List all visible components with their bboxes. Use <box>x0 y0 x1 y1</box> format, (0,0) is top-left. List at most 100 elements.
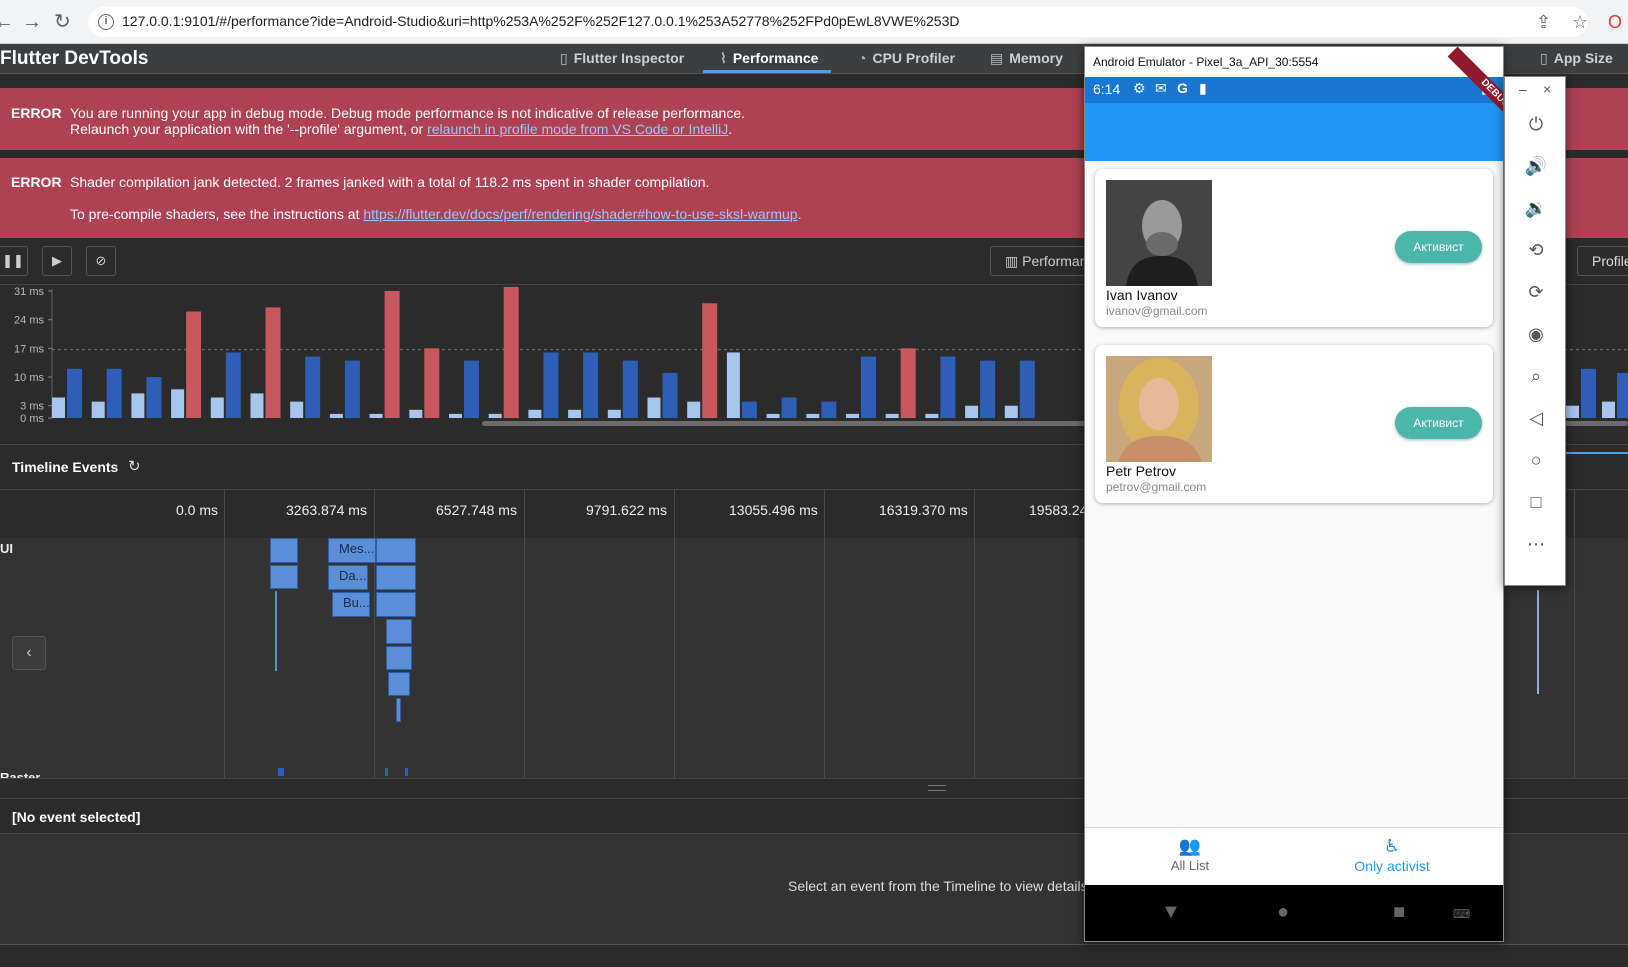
ui-frame-bar <box>1602 401 1615 418</box>
flame-event[interactable] <box>275 591 277 671</box>
home-icon[interactable]: ○ <box>1523 447 1549 473</box>
camera-icon[interactable]: ◉ <box>1523 321 1549 347</box>
emulator-title: Android Emulator - Pixel_3a_API_30:5554 <box>1093 55 1319 69</box>
flame-event[interactable] <box>396 698 401 722</box>
zoom-icon[interactable]: ⌕ <box>1523 363 1549 389</box>
forward-icon[interactable]: → <box>22 10 42 34</box>
flame-event[interactable] <box>386 619 412 644</box>
raster-event[interactable] <box>385 768 388 776</box>
accessibility-icon: ♿ <box>1383 836 1401 856</box>
flame-event[interactable] <box>386 646 412 670</box>
profile-button[interactable]: Profile <box>1577 246 1628 276</box>
ui-frame-bar <box>885 413 899 418</box>
ui-frame-bar <box>250 393 264 418</box>
raster-frame-bar <box>305 356 321 418</box>
flame-event[interactable]: Bu... <box>332 592 370 617</box>
ui-frame-bar <box>647 397 661 418</box>
app-bar <box>1085 103 1503 161</box>
back-triangle-icon[interactable]: ▼ <box>1161 901 1181 924</box>
ui-frame-bar <box>766 413 780 418</box>
tab-cpu-profiler[interactable]: ◔ CPU Profiler <box>858 50 955 66</box>
emulator-titlebar[interactable]: Android Emulator - Pixel_3a_API_30:5554 <box>1085 47 1503 77</box>
keyboard-icon[interactable]: ⌨ <box>1453 907 1470 921</box>
bottom-navigation: 👥 All List ♿ Only activist <box>1085 827 1503 885</box>
ui-frame-bar <box>846 413 859 418</box>
flame-event[interactable] <box>376 592 416 617</box>
y-tick-label: 0 ms <box>20 413 44 425</box>
ui-frame-bar <box>568 409 582 418</box>
recents-square-icon[interactable]: ■ <box>1393 901 1405 924</box>
bookmark-star-icon[interactable]: ☆ <box>1572 12 1588 33</box>
tab-flutter-inspector[interactable]: ▯ Flutter Inspector <box>560 50 684 67</box>
back-icon[interactable]: ← <box>0 10 14 34</box>
nav-all-list[interactable]: 👥 All List <box>1115 836 1265 873</box>
raster-frame-bar <box>622 360 638 418</box>
flame-event[interactable] <box>376 538 416 563</box>
more-icon[interactable]: ⋯ <box>1523 531 1549 557</box>
power-icon[interactable]: ⏻ <box>1523 111 1549 137</box>
app-title: Flutter DevTools <box>0 48 149 69</box>
ui-frame-bar <box>409 409 423 418</box>
reload-icon[interactable]: ↻ <box>54 10 71 34</box>
clear-button[interactable]: ⊘ <box>86 246 116 276</box>
flame-event[interactable]: Mes... <box>328 538 376 563</box>
minimize-icon[interactable]: – <box>1519 81 1527 97</box>
volume-down-icon[interactable]: 🔉 <box>1523 195 1549 221</box>
error-message-line2: To pre-compile shaders, see the instruct… <box>70 206 802 222</box>
pause-button[interactable]: ❚❚ <box>0 246 28 276</box>
flame-event[interactable] <box>270 538 298 563</box>
volume-up-icon[interactable]: 🔊 <box>1523 153 1549 179</box>
google-icon: G <box>1177 80 1188 96</box>
chevron-left-icon[interactable]: ‹ <box>12 636 46 670</box>
nav-only-activist[interactable]: ♿ Only activist <box>1317 836 1467 874</box>
flame-event[interactable] <box>388 672 410 696</box>
url-text[interactable]: 127.0.0.1:9101/#/performance?ide=Android… <box>122 13 959 29</box>
y-tick-label: 17 ms <box>14 343 44 355</box>
drag-handle[interactable] <box>928 785 946 791</box>
flame-event[interactable] <box>270 565 298 589</box>
jank-frame-bar <box>384 291 400 418</box>
flame-event[interactable] <box>376 565 416 590</box>
profile-mode-link[interactable]: relaunch in profile mode from VS Code or… <box>427 121 728 137</box>
address-bar[interactable]: i 127.0.0.1:9101/#/performance?ide=Andro… <box>88 7 1588 37</box>
activist-button[interactable]: Активист <box>1395 407 1482 439</box>
raster-frame-bar <box>225 352 241 418</box>
site-info-icon[interactable]: i <box>98 14 114 30</box>
no-event-selected-label: [No event selected] <box>12 809 141 825</box>
share-icon[interactable]: ⇪ <box>1536 12 1551 33</box>
back-icon[interactable]: ◁ <box>1523 405 1549 431</box>
y-tick-label: 24 ms <box>14 315 44 327</box>
home-circle-icon[interactable]: ● <box>1277 901 1289 924</box>
flame-event[interactable] <box>1537 590 1539 694</box>
timeline-gridline <box>824 490 825 778</box>
user-card[interactable]: Petr Petrov petrov@gmail.com Активист <box>1095 345 1493 503</box>
ui-frame-bar <box>488 413 502 418</box>
raster-event[interactable] <box>405 768 408 776</box>
ui-frame-bar <box>1566 405 1579 418</box>
tab-memory[interactable]: ▤ Memory <box>990 50 1063 67</box>
ui-frame-bar <box>687 401 701 418</box>
error-message: You are running your app in debug mode. … <box>70 105 746 121</box>
tab-performance[interactable]: ⌇ Performance <box>720 50 818 67</box>
mail-icon: ✉ <box>1155 80 1167 96</box>
refresh-icon[interactable]: ↻ <box>128 457 141 475</box>
activist-button[interactable]: Активист <box>1395 231 1482 263</box>
raster-frame-bar <box>821 401 837 418</box>
rotate-right-icon[interactable]: ⟳ <box>1523 279 1549 305</box>
close-icon[interactable]: × <box>1543 81 1551 97</box>
user-card[interactable]: Ivan Ivanov ivanov@gmail.com Активист <box>1095 169 1493 327</box>
flame-event[interactable]: Da... <box>328 565 368 590</box>
shader-warmup-link[interactable]: https://flutter.dev/docs/perf/rendering/… <box>363 206 797 222</box>
overview-icon[interactable]: □ <box>1523 489 1549 515</box>
tab-app-size[interactable]: ▯ App Size <box>1540 50 1613 67</box>
opera-icon[interactable]: O <box>1608 12 1622 33</box>
ui-frame-bar <box>806 413 820 418</box>
ui-frame-bar <box>1004 405 1018 418</box>
raster-event[interactable] <box>278 768 284 776</box>
timeline-selection-line <box>1566 452 1628 454</box>
timeline-tick: 9791.622 ms <box>586 502 667 518</box>
ui-frame-bar <box>210 397 224 418</box>
y-tick-label: 10 ms <box>14 372 44 384</box>
rotate-left-icon[interactable]: ⟲ <box>1523 237 1549 263</box>
resume-button[interactable]: ▶ <box>42 246 72 276</box>
